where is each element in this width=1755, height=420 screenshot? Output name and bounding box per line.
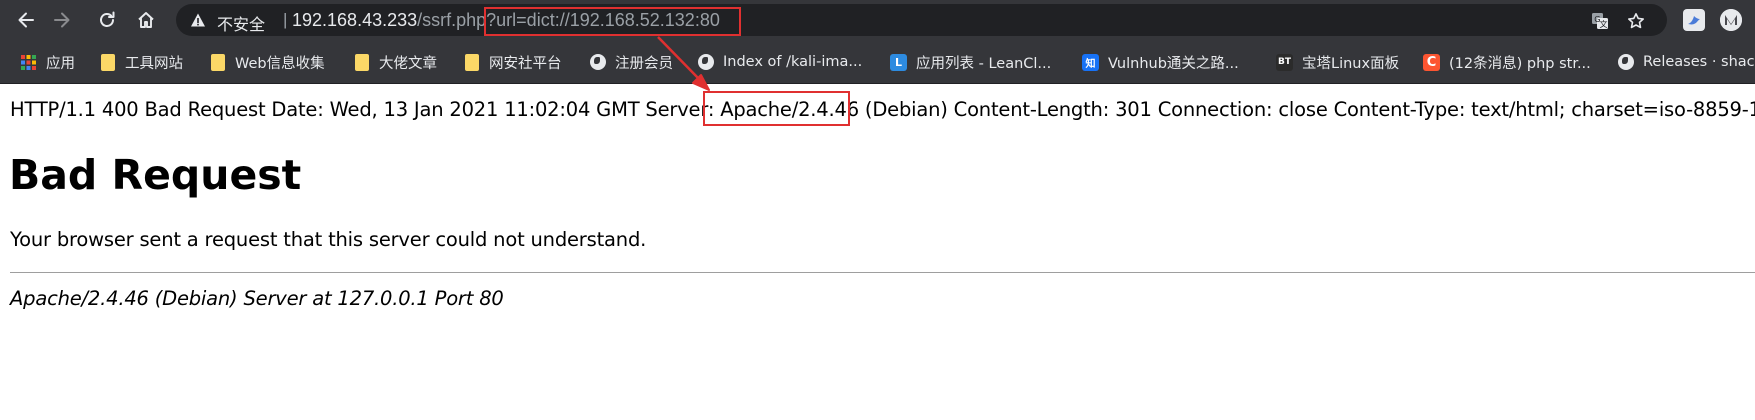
bookmark-label: 网安社平台 [489,55,562,72]
reload-icon [100,11,115,27]
reload-button[interactable] [95,8,119,32]
zhihu-icon: 知 [1082,53,1099,71]
bookmark-apps[interactable]: 应用 [20,52,75,72]
bookmark-label: 注册会员 [615,55,673,72]
bookmark-label: Index of /kali-ima... [723,54,863,70]
bt-icon: BT [1276,53,1293,71]
svg-text:文: 文 [1600,19,1608,29]
bookmark-kali-index[interactable]: Index of /kali-ima... [697,52,862,72]
home-button[interactable] [134,8,158,32]
bookmark-label: Vulnhub通关之路... [1108,55,1239,72]
bookmark-folder-platform[interactable]: 网安社平台 [463,52,562,72]
arrow-left-icon [18,12,34,28]
warning-icon[interactable] [190,12,206,28]
bookmarks-bar: 应用 工具网站 Web信息收集 大佬文章 网安社平台 注册会员 Index of… [0,40,1755,84]
arrow-right-icon [54,12,70,28]
response-suffix: (Debian) Content-Length: 301 Connection:… [858,98,1755,121]
folder-icon [209,53,226,71]
folder-icon [463,53,480,71]
bookmark-folder-articles[interactable]: 大佬文章 [353,52,437,72]
profile-icon [1720,9,1742,31]
url-highlight-box [484,7,741,36]
page-content: HTTP/1.1 400 Bad Request Date: Wed, 13 J… [0,85,1755,420]
bookmark-label: Web信息收集 [235,55,325,72]
profile-avatar[interactable] [1720,9,1742,31]
star-icon[interactable] [1627,12,1645,30]
address-separator: | [283,10,288,29]
page-heading: Bad Request [9,151,302,199]
home-icon [138,12,154,28]
globe-icon [697,54,714,71]
bird-extension-icon [1684,10,1704,30]
globe-icon [589,54,606,71]
bookmark-csdn[interactable]: C (12条消息) php str... [1423,52,1591,72]
leancloud-icon: L [890,53,907,71]
bookmark-label: Releases · shach [1643,54,1755,70]
error-message: Your browser sent a request that this se… [10,228,647,251]
browser-toolbar: 不安全 | 192.168.43.233/ssrf.php?url=dict:/… [0,0,1755,40]
response-prefix: HTTP/1.1 400 Bad Request Date: Wed, 13 J… [10,98,721,121]
divider [10,272,1755,273]
forward-button[interactable] [50,8,74,32]
bookmark-label: 应用 [46,55,75,72]
bookmark-releases[interactable]: Releases · shach [1617,52,1755,72]
apps-grid-icon [20,54,37,71]
folder-icon [353,53,370,71]
bookmark-leancloud[interactable]: L 应用列表 - LeanCl... [890,52,1051,72]
translate-icon[interactable]: G 文 [1591,12,1609,30]
bookmark-label: (12条消息) php str... [1449,55,1591,72]
server-address: Apache/2.4.46 (Debian) Server at 127.0.0… [10,287,504,310]
extension-icon[interactable] [1683,9,1705,31]
address-bar[interactable]: 不安全 | 192.168.43.233/ssrf.php?url=dict:/… [176,4,1667,36]
bookmark-baota[interactable]: BT 宝塔Linux面板 [1276,52,1399,72]
server-highlight-box [703,91,850,126]
not-secure-label[interactable]: 不安全 [217,11,265,35]
globe-icon [1617,54,1634,71]
http-response-line: HTTP/1.1 400 Bad Request Date: Wed, 13 J… [10,98,1755,121]
url-host: 192.168.43.233 [292,10,418,30]
bookmark-folder-web-info[interactable]: Web信息收集 [209,52,325,72]
bookmark-zhihu[interactable]: 知 Vulnhub通关之路... [1082,52,1239,72]
folder-icon [99,53,116,71]
bookmark-register[interactable]: 注册会员 [589,52,673,72]
back-button[interactable] [14,8,38,32]
bookmark-label: 宝塔Linux面板 [1302,55,1400,72]
bookmark-label: 工具网站 [125,55,183,72]
bookmark-folder-tools[interactable]: 工具网站 [99,52,183,72]
csdn-icon: C [1423,53,1440,71]
bookmark-label: 大佬文章 [379,55,437,72]
bookmark-label: 应用列表 - LeanCl... [916,55,1052,72]
